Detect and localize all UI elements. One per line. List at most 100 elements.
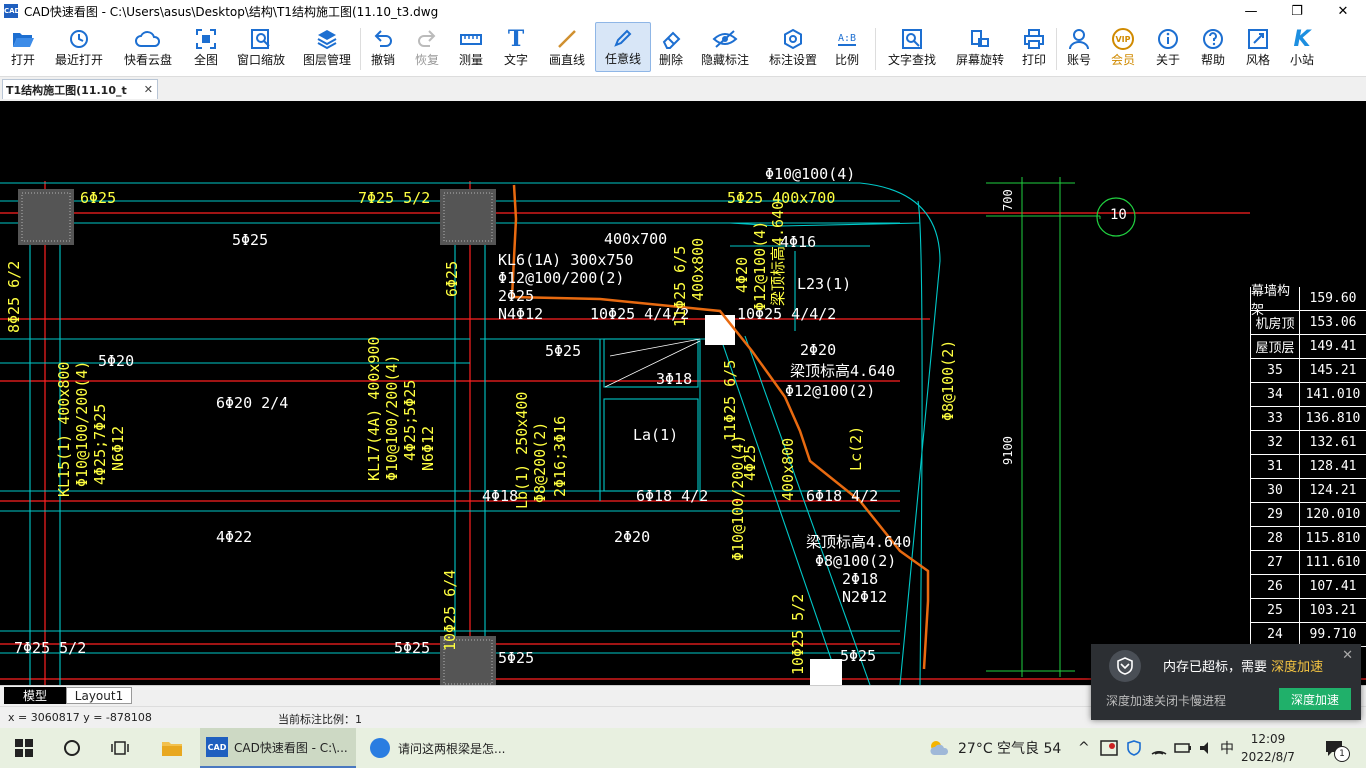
- table-row: 27 111.610: [1250, 551, 1366, 575]
- cad-label: Φ10@100/200(4): [73, 360, 91, 487]
- tray-app-icon[interactable]: [1100, 728, 1118, 768]
- table-row: 32 132.61: [1250, 431, 1366, 455]
- axis-bubble-label: 10: [1110, 207, 1127, 223]
- toolbar-recent-button[interactable]: 最近打开: [46, 22, 112, 72]
- tray-chevron-icon[interactable]: ^: [1078, 728, 1090, 768]
- history-icon: [68, 27, 90, 51]
- dimension-label: 700: [1001, 189, 1015, 211]
- maximize-button[interactable]: ❐: [1274, 0, 1320, 22]
- search-button[interactable]: [52, 728, 92, 768]
- toolbar-hide-annotation-button[interactable]: 隐藏标注: [691, 22, 759, 72]
- toolbar-button-label: 删除: [658, 53, 683, 67]
- toolbar-freehand-button[interactable]: 任意线: [595, 22, 651, 72]
- toolbar-button-label: 关于: [1155, 53, 1180, 67]
- toolbar-site-button[interactable]: K 小站: [1281, 22, 1323, 72]
- toolbar-undo-button[interactable]: 撤销: [361, 22, 405, 72]
- toolbar-account-button[interactable]: 账号: [1057, 22, 1101, 72]
- toolbar-button-label: 标注设置: [768, 53, 817, 67]
- document-tab[interactable]: T1结构施工图(11.10_t ✕: [2, 79, 158, 99]
- cad-label: Φ12@100(4): [751, 220, 769, 311]
- toolbar-line-button[interactable]: 画直线: [539, 22, 595, 72]
- volume-icon[interactable]: [1198, 728, 1216, 768]
- cad-label: 5Φ25: [545, 342, 582, 360]
- cad-label: 10Φ25 6/4: [441, 569, 459, 651]
- toolbar-scale-button[interactable]: A:B 比例: [827, 22, 867, 72]
- cad-label: Lb(1) 250x400: [513, 391, 531, 509]
- minimize-button[interactable]: —: [1228, 0, 1274, 22]
- toolbar-help-button[interactable]: 帮助: [1191, 22, 1235, 72]
- drawing-canvas[interactable]: 6Φ25 7Φ25 5/2 5Φ25 400x700 Φ10@100(4) 5Φ…: [0, 101, 1366, 685]
- toolbar-measure-button[interactable]: 测量: [449, 22, 493, 72]
- deep-accelerate-button[interactable]: 深度加速: [1279, 688, 1351, 710]
- security-shield-icon[interactable]: [1126, 728, 1142, 768]
- battery-icon[interactable]: [1174, 728, 1192, 768]
- vip-icon: VIP: [1112, 27, 1134, 51]
- wifi-icon[interactable]: [1150, 728, 1168, 768]
- document-tab-close-icon[interactable]: ✕: [144, 83, 153, 96]
- cad-label: N2Φ12: [842, 588, 888, 606]
- toolbar-button-label: 屏幕旋转: [955, 53, 1004, 67]
- cad-label: 4Φ25;7Φ25: [91, 403, 109, 485]
- user-icon: [1068, 27, 1090, 51]
- toolbar-print-button[interactable]: 打印: [1012, 22, 1056, 72]
- cad-label: Φ10@100/200(4): [383, 354, 401, 481]
- table-row: 屋顶层 149.41: [1250, 335, 1366, 359]
- table-row: 幕墙构架 159.60: [1250, 284, 1366, 318]
- title-bar: CAD CAD快速看图 - C:\Users\asus\Desktop\结构\T…: [0, 0, 1366, 22]
- start-button[interactable]: [0, 728, 48, 768]
- toolbar-text-search-button[interactable]: 文字查找: [876, 22, 948, 72]
- close-button[interactable]: ✕: [1320, 0, 1366, 22]
- toolbar-cloud-button[interactable]: 快看云盘: [112, 22, 184, 72]
- cad-label: 6Φ18 4/2: [806, 487, 879, 505]
- weather-widget[interactable]: 27°C 空气良 54: [928, 728, 1061, 768]
- toolbar-text-button[interactable]: T 文字: [493, 22, 539, 72]
- taskbar-app-cad[interactable]: CAD CAD快速看图 - C:\...: [200, 728, 356, 768]
- system-clock[interactable]: 12:09 2022/8/7: [1232, 730, 1304, 766]
- cad-label: L23(1): [797, 275, 852, 293]
- tab-model[interactable]: 模型: [4, 687, 66, 704]
- toolbar-fit-all-button[interactable]: 全图: [184, 22, 228, 72]
- toolbar-button-label: 任意线: [604, 52, 641, 66]
- app-logo-icon: CAD: [4, 4, 20, 18]
- cad-label: 3Φ18: [656, 370, 693, 388]
- toolbar-style-button[interactable]: 风格: [1235, 22, 1281, 72]
- cad-label: KL15(1) 400x800: [55, 361, 73, 497]
- toolbar-button-label: 最近打开: [54, 53, 103, 67]
- toolbar-window-zoom-button[interactable]: 窗口缩放: [228, 22, 294, 72]
- action-center-icon[interactable]: 1: [1320, 734, 1350, 762]
- toolbar-delete-button[interactable]: 删除: [651, 22, 691, 72]
- task-view-button[interactable]: [100, 728, 140, 768]
- cad-label: KL17(4A) 400x900: [365, 336, 383, 482]
- cad-label: KL6(1A) 300x750: [498, 251, 634, 269]
- toolbar-open-button[interactable]: 打开: [0, 22, 46, 72]
- cad-label: 400x800: [779, 437, 797, 501]
- dimension-label: 9100: [1001, 436, 1015, 465]
- cad-label: N6Φ12: [419, 425, 437, 471]
- toolbar-button-label: 打印: [1021, 53, 1046, 67]
- taskbar-app-browser[interactable]: 请问这两根梁是怎...: [362, 728, 518, 768]
- cad-label: 6Φ25: [443, 260, 461, 297]
- toolbar-about-button[interactable]: 关于: [1145, 22, 1191, 72]
- memory-notification: 内存已超标，需要 深度加速 ✕ 深度加速关闭卡慢进程 深度加速: [1091, 644, 1361, 720]
- help-icon: [1202, 27, 1224, 51]
- toolbar-layers-button[interactable]: 图层管理: [294, 22, 360, 72]
- table-row: 机房顶 153.06: [1250, 311, 1366, 335]
- toolbar-button-label: 比例: [834, 53, 859, 67]
- line-icon: [556, 27, 578, 51]
- file-explorer-button[interactable]: [150, 728, 194, 768]
- scale-icon: A:B: [837, 32, 857, 46]
- cad-label: N4Φ12: [498, 305, 544, 323]
- toolbar-annotation-settings-button[interactable]: 标注设置: [759, 22, 827, 72]
- tab-layout1[interactable]: Layout1: [66, 687, 132, 704]
- task-view-icon: [111, 741, 129, 755]
- toolbar-rotate-screen-button[interactable]: 屏幕旋转: [948, 22, 1012, 72]
- notification-count-badge: 1: [1334, 746, 1350, 762]
- toolbar-vip-button[interactable]: VIP 会员: [1101, 22, 1145, 72]
- notification-close-icon[interactable]: ✕: [1342, 648, 1353, 663]
- cad-label: 400x800: [689, 237, 707, 301]
- toolbar-button-label: 窗口缩放: [236, 53, 285, 67]
- cad-label: 2Φ16;3Φ16: [551, 415, 569, 497]
- table-row: 28 115.810: [1250, 527, 1366, 551]
- toolbar-redo-button[interactable]: 恢复: [405, 22, 449, 72]
- notification-subtext: 深度加速关闭卡慢进程: [1106, 694, 1227, 708]
